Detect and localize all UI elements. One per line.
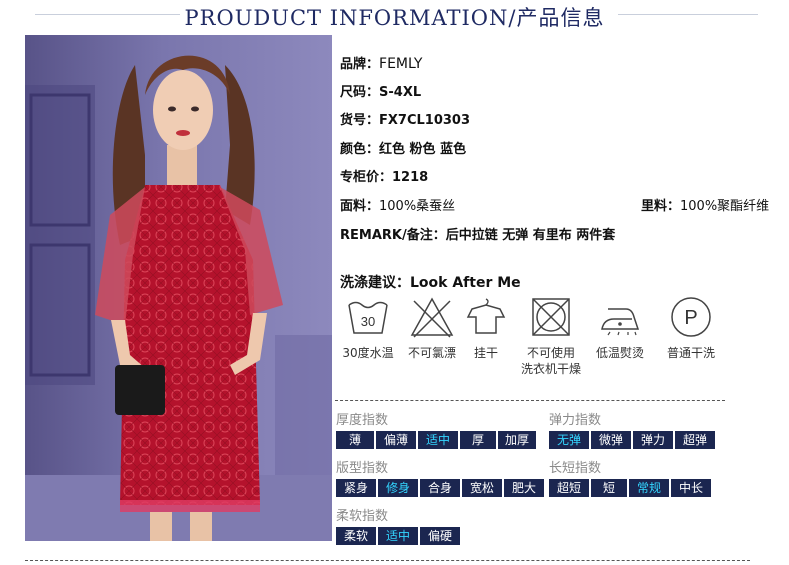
length-option-regular[interactable]: 常规	[629, 479, 669, 497]
care-item-iron: 低温熨烫	[588, 295, 652, 361]
elasticity-option-super[interactable]: 超弹	[675, 431, 715, 449]
softness-title: 柔软指数	[336, 509, 389, 524]
iron-low-icon	[601, 308, 640, 336]
page-title: PROUDUCT INFORMATION/产品信息	[184, 6, 605, 30]
color-value: 红色 粉色 蓝色	[379, 142, 467, 157]
length-title: 长短指数	[549, 461, 602, 476]
thickness-options: 薄 偏薄 适中 厚 加厚	[336, 431, 536, 449]
length-option-short[interactable]: 短	[591, 479, 627, 497]
length-option-extra-short[interactable]: 超短	[549, 479, 589, 497]
sku-row: 货号：FX7CL10303	[340, 109, 470, 128]
brand-label: 品牌：	[340, 57, 380, 72]
lining-label: 里料：	[641, 199, 681, 214]
remark-value: 后中拉链 无弹 有里布 两件套	[445, 228, 616, 243]
fit-option-slim[interactable]: 修身	[378, 479, 418, 497]
price-label: 专柜价：	[340, 170, 393, 185]
care-caption-tumble: 不可使用 洗衣机干燥	[520, 346, 581, 376]
care-item-hang: 挂干	[454, 295, 518, 361]
fabric-value: 100%桑蚕丝	[379, 199, 456, 214]
sku-value: FX7CL10303	[379, 113, 471, 128]
size-row: 尺码：S-4XL	[340, 81, 421, 100]
size-label: 尺码：	[340, 85, 380, 100]
care-caption-iron: 低温熨烫	[595, 346, 644, 360]
divider-upper	[335, 400, 725, 401]
thickness-title: 厚度指数	[336, 413, 389, 428]
length-options: 超短 短 常规 中长	[549, 479, 711, 497]
care-label: 洗涤建议：	[340, 275, 410, 291]
fabric-row: 面料：100%桑蚕丝	[340, 195, 455, 214]
remark-label: REMARK/备注：	[340, 228, 446, 243]
brand-value: FEMLY	[379, 56, 423, 72]
length-option-mid-long[interactable]: 中长	[671, 479, 711, 497]
softness-option-stiff[interactable]: 偏硬	[420, 527, 460, 545]
fit-option-loose[interactable]: 宽松	[462, 479, 502, 497]
care-caption-wash: 30度水温	[342, 346, 394, 360]
elasticity-options: 无弹 微弹 弹力 超弹	[549, 431, 715, 449]
fit-options: 紧身 修身 合身 宽松 肥大	[336, 479, 544, 497]
elasticity-option-slight[interactable]: 微弹	[591, 431, 631, 449]
fabric-label: 面料：	[340, 199, 380, 214]
softness-option-medium[interactable]: 适中	[378, 527, 418, 545]
elasticity-title: 弹力指数	[549, 413, 602, 428]
softness-option-soft[interactable]: 柔软	[336, 527, 376, 545]
fit-option-regular[interactable]: 合身	[420, 479, 460, 497]
softness-options: 柔软 适中 偏硬	[336, 527, 460, 545]
thickness-option-medium[interactable]: 适中	[418, 431, 458, 449]
color-row: 颜色：红色 粉色 蓝色	[340, 138, 466, 157]
care-caption-dryclean: 普通干洗	[666, 346, 715, 360]
divider-bottom	[25, 560, 750, 561]
care-item-wash: 30 30度水温	[336, 295, 400, 361]
thickness-option-thinner[interactable]: 偏薄	[376, 431, 416, 449]
sku-label: 货号：	[340, 113, 380, 128]
care-item-dryclean: P 普通干洗	[659, 295, 723, 361]
dry-clean-p-icon: P	[671, 297, 711, 337]
brand-row: 品牌：FEMLY	[340, 53, 423, 72]
thickness-option-thick[interactable]: 厚	[460, 431, 496, 449]
elasticity-option-none[interactable]: 无弹	[549, 431, 589, 449]
color-label: 颜色：	[340, 142, 380, 157]
fit-option-oversized[interactable]: 肥大	[504, 479, 544, 497]
svg-text:P: P	[684, 307, 697, 329]
size-value: S-4XL	[379, 85, 422, 100]
fit-option-tight[interactable]: 紧身	[336, 479, 376, 497]
svg-text:30: 30	[361, 314, 375, 329]
care-row: 洗涤建议：Look After Me	[340, 272, 521, 292]
care-value: Look After Me	[410, 275, 521, 291]
no-tumble-dry-icon	[532, 298, 570, 336]
fit-title: 版型指数	[336, 461, 389, 476]
care-caption-hang: 挂干	[473, 346, 498, 360]
price-value: 1218	[392, 170, 429, 185]
lining-row: 里料：100%聚酯纤维	[641, 195, 769, 214]
thickness-option-thicker[interactable]: 加厚	[498, 431, 536, 449]
no-bleach-icon	[410, 297, 454, 338]
price-row: 专柜价：1218	[340, 166, 428, 185]
hang-dry-icon	[466, 298, 506, 334]
product-photo	[25, 35, 332, 541]
remark-row: REMARK/备注：后中拉链 无弹 有里布 两件套	[340, 224, 615, 243]
thickness-option-thin[interactable]: 薄	[336, 431, 374, 449]
lining-value: 100%聚酯纤维	[680, 199, 770, 214]
wash-30-icon: 30	[348, 301, 388, 334]
elasticity-option-elastic[interactable]: 弹力	[633, 431, 673, 449]
care-item-tumble: 不可使用 洗衣机干燥	[519, 295, 583, 377]
